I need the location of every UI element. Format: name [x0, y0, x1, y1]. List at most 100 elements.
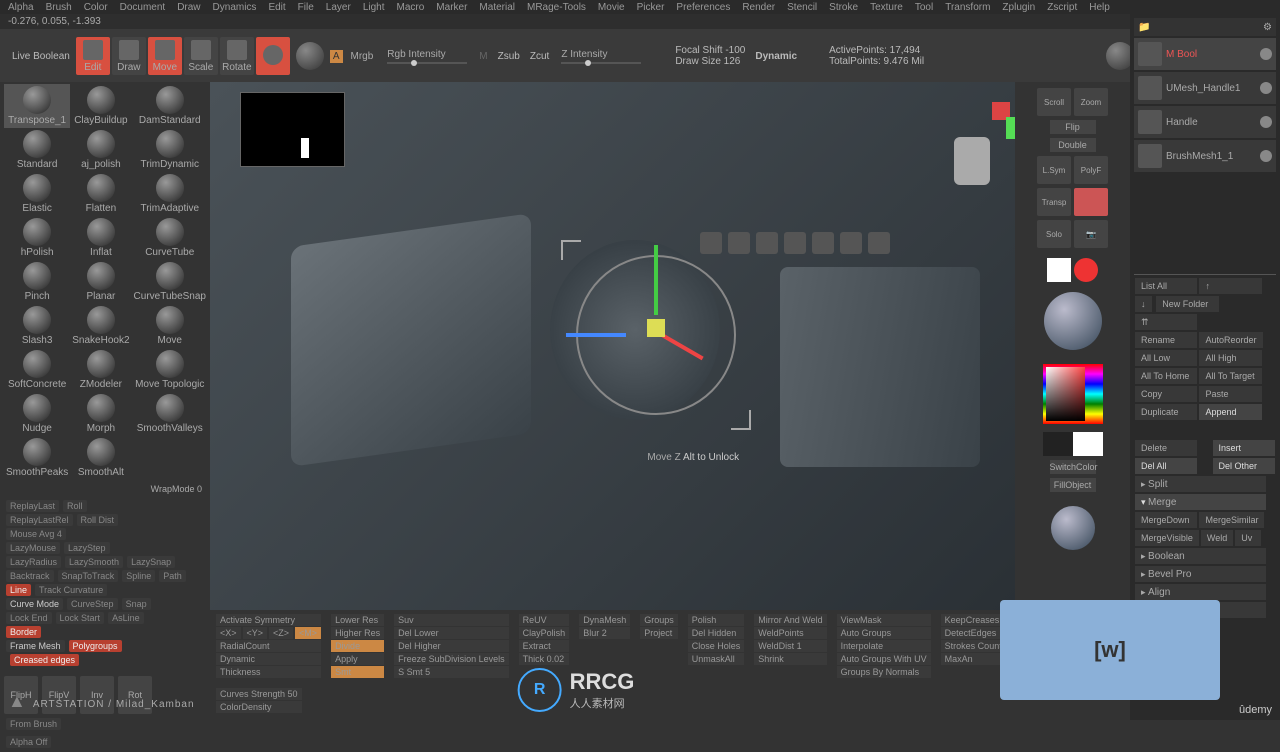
material-preview-ball[interactable]	[296, 42, 324, 70]
backtrack[interactable]: Backtrack	[6, 570, 54, 582]
menu-render[interactable]: Render	[742, 2, 775, 13]
extract[interactable]: Extract	[519, 640, 570, 652]
subtool-mbool[interactable]: M Bool	[1134, 38, 1276, 70]
brush-planar[interactable]: Planar	[70, 260, 131, 304]
brush-nudge[interactable]: Nudge	[4, 392, 70, 436]
draw-size-slider[interactable]: Draw Size 126	[671, 56, 749, 67]
brush-damstandard[interactable]: DamStandard	[132, 84, 208, 128]
polyf-button[interactable]: PolyF	[1074, 156, 1108, 184]
suv[interactable]: Suv	[394, 614, 509, 626]
focal-shift-slider[interactable]: Focal Shift -100	[671, 45, 749, 56]
brush-smoothvalleys[interactable]: SmoothValleys	[132, 392, 208, 436]
scale-mode-button[interactable]: Scale	[184, 37, 218, 75]
menu-zplugin[interactable]: Zplugin	[1002, 2, 1035, 13]
color-density[interactable]: ColorDensity	[216, 701, 302, 713]
lazy-step[interactable]: LazyStep	[64, 542, 110, 554]
uv-button[interactable]: Uv	[1235, 530, 1261, 546]
menu-color[interactable]: Color	[84, 2, 108, 13]
del-higher[interactable]: Del Higher	[394, 640, 509, 652]
alpha-off[interactable]: Alpha Off	[6, 736, 51, 748]
lock-icon[interactable]	[840, 232, 862, 254]
color-swatches[interactable]	[1043, 432, 1103, 456]
gizmo-center[interactable]	[647, 319, 665, 337]
brush-pinch[interactable]: Pinch	[4, 260, 70, 304]
divide[interactable]: Divide	[331, 640, 384, 652]
menu-transform[interactable]: Transform	[945, 2, 990, 13]
live-boolean-toggle[interactable]: Live Boolean	[8, 51, 74, 62]
subtool-brushmesh[interactable]: BrushMesh1_1	[1134, 140, 1276, 172]
list-all-button[interactable]: List All	[1135, 278, 1197, 294]
merge-section[interactable]: ▾ Merge	[1135, 494, 1266, 510]
merge-similar-button[interactable]: MergeSimilar	[1199, 512, 1264, 528]
folder-icon[interactable]: 📁 ⚙	[1134, 18, 1276, 36]
wrap-mode[interactable]: WrapMode 0	[0, 482, 210, 496]
duplicate-button[interactable]: Duplicate	[1135, 404, 1197, 420]
track-curvature[interactable]: Track Curvature	[35, 584, 107, 596]
gizmo-z-axis[interactable]	[566, 333, 626, 337]
brush-move topologic[interactable]: Move Topologic	[132, 348, 208, 392]
subtool-handle[interactable]: Handle	[1134, 106, 1276, 138]
zcut-button[interactable]: Zcut	[526, 51, 553, 62]
gizmo-y-axis[interactable]	[654, 245, 658, 315]
up-arrow-icon[interactable]: ↑	[1199, 278, 1261, 294]
menu-texture[interactable]: Texture	[870, 2, 903, 13]
curve-step[interactable]: CurveStep	[67, 598, 118, 610]
brush-elastic[interactable]: Elastic	[4, 172, 70, 216]
brush-trimdynamic[interactable]: TrimDynamic	[132, 128, 208, 172]
weld-points[interactable]: WeldPoints	[754, 627, 826, 639]
auto-reorder-button[interactable]: AutoReorder	[1199, 332, 1262, 348]
fill-object-button[interactable]: FillObject	[1050, 478, 1096, 492]
freeze-subdiv[interactable]: Freeze SubDivision Levels	[394, 653, 509, 665]
del-lower[interactable]: Del Lower	[394, 627, 509, 639]
replay-last[interactable]: ReplayLast	[6, 500, 59, 512]
keep-creases[interactable]: KeepCreases	[941, 614, 1006, 626]
secondary-material-ball[interactable]	[1051, 506, 1095, 550]
paste-button[interactable]: Paste	[1199, 386, 1261, 402]
lazy-snap[interactable]: LazySnap	[127, 556, 175, 568]
path[interactable]: Path	[159, 570, 186, 582]
menu-alpha[interactable]: Alpha	[8, 2, 34, 13]
gizmo-button[interactable]	[256, 37, 290, 75]
snap[interactable]: Snap	[122, 598, 151, 610]
brush-zmodeler[interactable]: ZModeler	[70, 348, 131, 392]
spline[interactable]: Spline	[122, 570, 155, 582]
mouse-avg[interactable]: Mouse Avg 4	[6, 528, 66, 540]
frame-mesh[interactable]: Frame Mesh	[6, 640, 65, 652]
menu-marker[interactable]: Marker	[436, 2, 467, 13]
lock-end[interactable]: Lock End	[6, 612, 52, 624]
light-indicator[interactable]	[1074, 258, 1098, 282]
ghost-button[interactable]	[1074, 188, 1108, 216]
dynamesh[interactable]: DynaMesh	[579, 614, 630, 626]
shrink[interactable]: Shrink	[754, 653, 826, 665]
grid-icon[interactable]	[868, 232, 890, 254]
brush-trimadaptive[interactable]: TrimAdaptive	[132, 172, 208, 216]
lazy-mouse[interactable]: LazyMouse	[6, 542, 60, 554]
lazy-radius[interactable]: LazyRadius	[6, 556, 61, 568]
move-up-icon[interactable]: ⇈	[1135, 314, 1197, 330]
copy-button[interactable]: Copy	[1135, 386, 1197, 402]
scroll-button[interactable]: Scroll	[1037, 88, 1071, 116]
as-line[interactable]: AsLine	[108, 612, 144, 624]
rotate-mode-button[interactable]: Rotate	[220, 37, 254, 75]
solo-button[interactable]: Solo	[1037, 220, 1071, 248]
transform-gizmo[interactable]	[566, 245, 746, 425]
line[interactable]: Line	[6, 584, 31, 596]
white-swatch[interactable]	[1047, 258, 1071, 282]
delete-button[interactable]: Delete	[1135, 440, 1197, 456]
menu-picker[interactable]: Picker	[637, 2, 665, 13]
all-low-button[interactable]: All Low	[1135, 350, 1197, 366]
menu-mrage-tools[interactable]: MRage-Tools	[527, 2, 586, 13]
location-icon[interactable]	[756, 232, 778, 254]
menu-draw[interactable]: Draw	[177, 2, 200, 13]
replay-last-rel[interactable]: ReplayLastRel	[6, 514, 73, 526]
brush-morph[interactable]: Morph	[70, 392, 131, 436]
rgb-intensity-slider[interactable]: Rgb Intensity	[387, 49, 467, 64]
menu-tool[interactable]: Tool	[915, 2, 933, 13]
blur[interactable]: Blur 2	[579, 627, 630, 639]
lazy-smooth[interactable]: LazySmooth	[65, 556, 123, 568]
boolean-section[interactable]: ▸ Boolean	[1135, 548, 1266, 564]
higher-res[interactable]: Higher Res	[331, 627, 384, 639]
curves-strength[interactable]: Curves Strength 50	[216, 688, 302, 700]
brush-smoothpeaks[interactable]: SmoothPeaks	[4, 436, 70, 480]
material-ball[interactable]	[1044, 292, 1102, 350]
